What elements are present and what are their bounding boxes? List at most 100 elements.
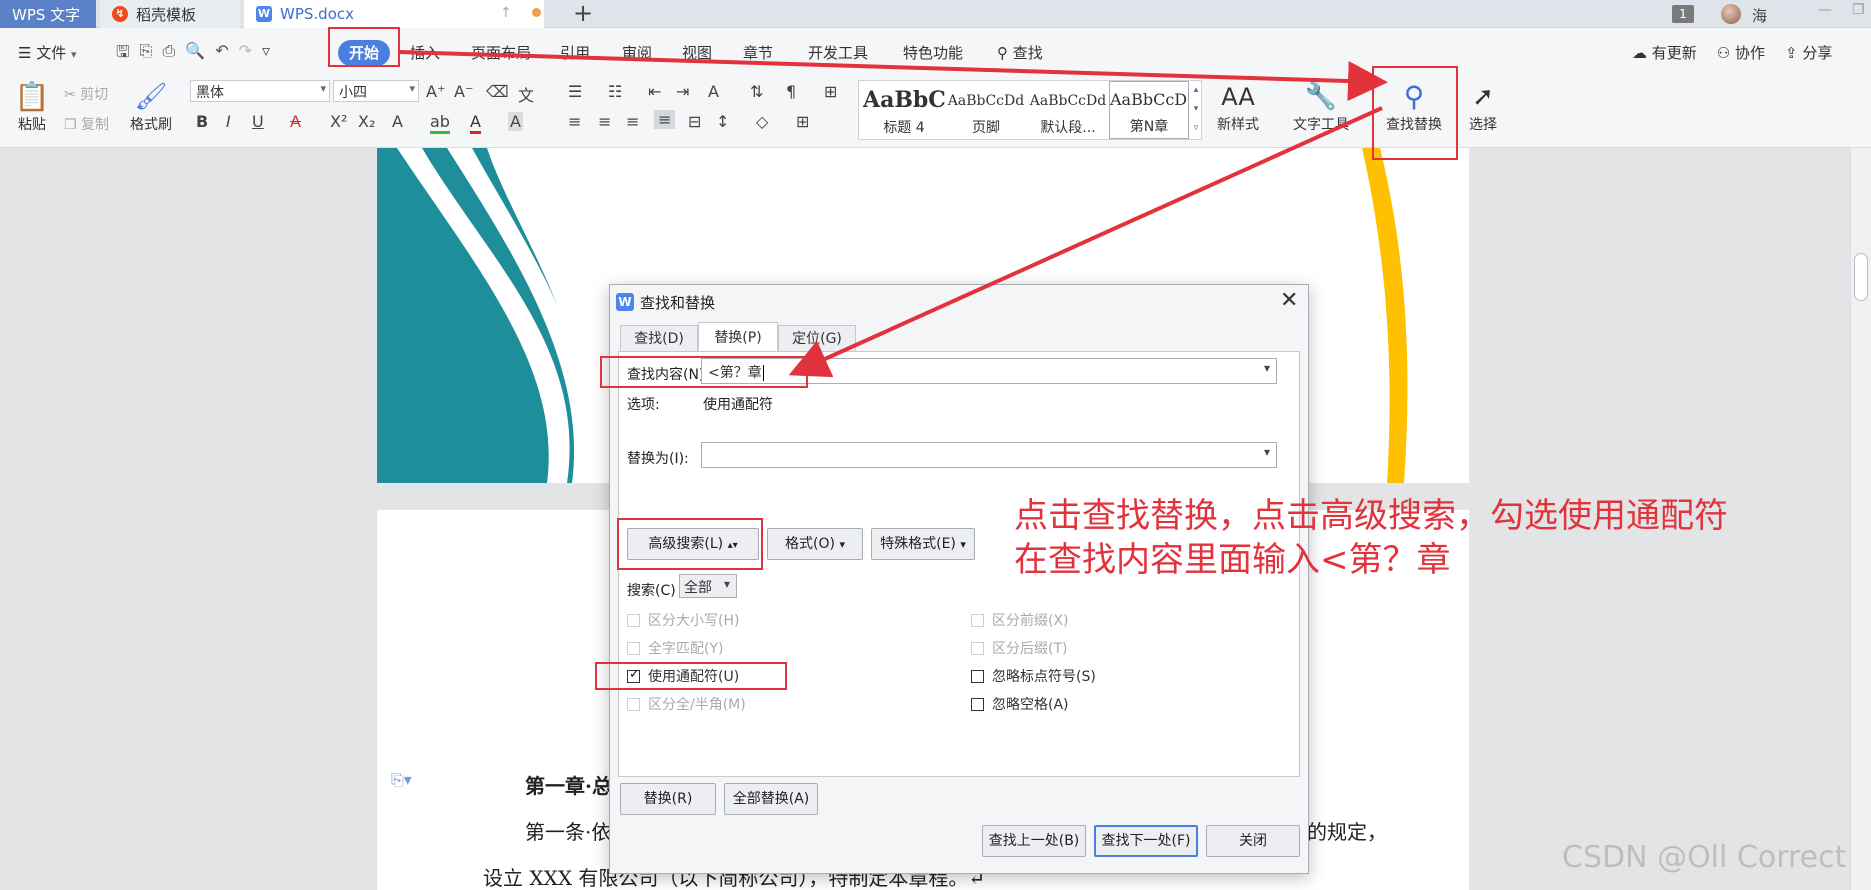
tab-find[interactable]: 查找(D) — [620, 325, 698, 351]
menu-references[interactable]: 引用 — [560, 42, 590, 63]
line-spacing-icon[interactable]: ↕ — [716, 112, 729, 131]
bold-icon[interactable]: B — [196, 112, 208, 131]
highlight-icon[interactable]: ab — [430, 112, 450, 134]
tab-document[interactable]: W WPS.docx — [244, 0, 544, 28]
tab-goto[interactable]: 定位(G) — [778, 325, 856, 351]
print-icon[interactable]: ⎙ — [162, 41, 175, 68]
search-direction-select[interactable]: 全部 ▾ — [679, 574, 737, 598]
menu-review[interactable]: 审阅 — [622, 42, 652, 63]
tab-template[interactable]: ↯ 稻壳模板 — [100, 0, 240, 28]
eraser-icon[interactable]: ⌫ — [486, 82, 509, 101]
superscript-icon[interactable]: X² — [330, 112, 347, 131]
match-case-checkbox[interactable]: 区分大小写(H) — [627, 610, 739, 630]
numbering-icon[interactable]: ☷ — [608, 82, 622, 101]
style-default-paragraph[interactable]: AaBbCcDd 默认段... — [1027, 81, 1109, 139]
avatar[interactable] — [1721, 4, 1741, 24]
save-icon[interactable]: 🖫 — [116, 41, 130, 68]
select-button[interactable]: ➚ 选择 — [1458, 80, 1508, 134]
close-icon[interactable]: ✕ — [1280, 288, 1298, 313]
style-scroll[interactable]: ▴ ▾ ▿ — [1191, 81, 1201, 139]
format-button[interactable]: 格式(O) ▾ — [767, 528, 863, 560]
match-suffix-checkbox[interactable]: 区分后缀(T) — [971, 638, 1067, 658]
undo-icon[interactable]: ↶ — [215, 41, 228, 68]
font-family-select[interactable]: 黑体 — [190, 80, 330, 102]
tab-replace[interactable]: 替换(P) — [698, 322, 778, 352]
font-grow-icon[interactable]: A⁺ — [426, 82, 445, 101]
close-button[interactable]: 关闭 — [1206, 825, 1300, 857]
new-style-button[interactable]: AA 新样式 — [1208, 80, 1268, 134]
redo-icon[interactable]: ↷ — [239, 41, 252, 68]
chevron-down-icon[interactable]: ▾ — [1264, 361, 1270, 375]
show-marks-icon[interactable]: ¶ — [786, 82, 796, 101]
scroll-thumb[interactable] — [1854, 253, 1868, 301]
menu-page-layout[interactable]: 页面布局 — [471, 42, 531, 63]
align-left-icon[interactable]: ≡ — [568, 112, 581, 131]
menu-developer[interactable]: 开发工具 — [808, 42, 868, 63]
width-checkbox[interactable]: 区分全/半角(M) — [627, 694, 746, 714]
restore-icon[interactable]: ❐ — [1852, 2, 1865, 18]
menu-insert[interactable]: 插入 — [410, 42, 440, 63]
whole-word-checkbox[interactable]: 全字匹配(Y) — [627, 638, 723, 658]
menu-features[interactable]: 特色功能 — [903, 42, 963, 63]
preview-icon[interactable]: 🔍 — [185, 41, 205, 68]
strikethrough-icon[interactable]: A — [290, 112, 301, 131]
paste-button[interactable]: 📋 粘贴 — [12, 80, 52, 134]
replace-all-button[interactable]: 全部替换(A) — [724, 783, 818, 815]
minimize-icon[interactable]: — — [1818, 2, 1832, 18]
format-painter-button[interactable]: 🖌 格式刷 — [126, 80, 176, 134]
replace-button[interactable]: 替换(R) — [620, 783, 716, 815]
underline-icon[interactable]: U — [252, 112, 264, 131]
ignore-space-checkbox[interactable]: 忽略空格(A) — [971, 694, 1069, 714]
find-next-button[interactable]: 查找下一处(F) — [1094, 825, 1198, 857]
new-tab-button[interactable]: + — [573, 0, 593, 26]
menu-file[interactable]: ☰ 文件 ▾ — [18, 42, 77, 63]
menu-chapter[interactable]: 章节 — [743, 42, 773, 63]
menu-search[interactable]: ⚲ 查找 — [997, 42, 1043, 63]
chevron-down-icon[interactable]: ▾ — [1264, 445, 1270, 459]
find-previous-button[interactable]: 查找上一处(B) — [982, 825, 1086, 857]
borders-icon[interactable]: ⊞ — [796, 112, 809, 131]
justify-icon[interactable]: ≡ — [654, 110, 676, 129]
distribute-icon[interactable]: ⊟ — [688, 112, 701, 131]
indent-icon[interactable]: ⇥ — [676, 82, 689, 101]
font-shrink-icon[interactable]: A⁻ — [454, 82, 473, 101]
style-footer[interactable]: AaBbCcDd 页脚 — [945, 81, 1027, 139]
text-effect-icon[interactable]: A — [392, 112, 403, 131]
user-name[interactable]: 海 — [1752, 5, 1767, 26]
ignore-punctuation-checkbox[interactable]: 忽略标点符号(S) — [971, 666, 1096, 686]
italic-icon[interactable]: I — [226, 112, 231, 131]
replace-input[interactable]: ▾ — [701, 442, 1277, 468]
char-shading-icon[interactable]: A — [508, 112, 523, 131]
phonetic-icon[interactable]: 文 — [518, 82, 534, 106]
sort-icon[interactable]: ⇅ — [750, 82, 763, 101]
shading-icon[interactable]: ◇ — [756, 112, 768, 131]
menu-view[interactable]: 视图 — [682, 42, 712, 63]
share-button[interactable]: ⇪ 分享 — [1785, 42, 1832, 63]
align-center-icon[interactable]: ≡ — [598, 112, 611, 131]
font-color-icon[interactable]: A — [470, 112, 481, 134]
export-icon[interactable]: ⎘ — [140, 41, 153, 68]
tab-wps-writer[interactable]: WPS 文字 — [0, 0, 96, 28]
style-heading4[interactable]: AaBbC 标题 4 — [863, 81, 945, 139]
special-format-button[interactable]: 特殊格式(E) ▾ — [871, 528, 975, 560]
text-tools-button[interactable]: 🔧 文字工具 — [1288, 80, 1354, 134]
upload-icon[interactable]: ↑ — [500, 5, 512, 21]
bullets-icon[interactable]: ☰ — [568, 82, 582, 101]
vertical-scrollbar[interactable] — [1850, 148, 1871, 890]
align-right-icon[interactable]: ≡ — [626, 112, 639, 131]
update-button[interactable]: ☁ 有更新 — [1632, 42, 1697, 63]
copy-button[interactable]: ❐ 复制 — [64, 114, 109, 134]
outdent-icon[interactable]: ⇤ — [648, 82, 661, 101]
match-prefix-checkbox[interactable]: 区分前缀(X) — [971, 610, 1069, 630]
subscript-icon[interactable]: X₂ — [358, 112, 375, 131]
style-chapter[interactable]: AaBbCcDc 第N章 — [1109, 81, 1189, 139]
chinese-layout-icon[interactable]: A — [708, 82, 719, 101]
highlight-find-replace-box — [1372, 66, 1458, 160]
paste-options-icon[interactable]: ⎘▾ — [391, 770, 412, 790]
table-icon[interactable]: ⊞ — [824, 82, 837, 101]
font-size-select[interactable]: 小四 — [333, 80, 419, 102]
window-count-badge[interactable]: 1 — [1672, 5, 1694, 23]
customize-icon[interactable]: ▿ — [262, 41, 270, 68]
cut-button[interactable]: ✂ 剪切 — [64, 84, 108, 104]
collaborate-button[interactable]: ⚇ 协作 — [1717, 42, 1765, 63]
